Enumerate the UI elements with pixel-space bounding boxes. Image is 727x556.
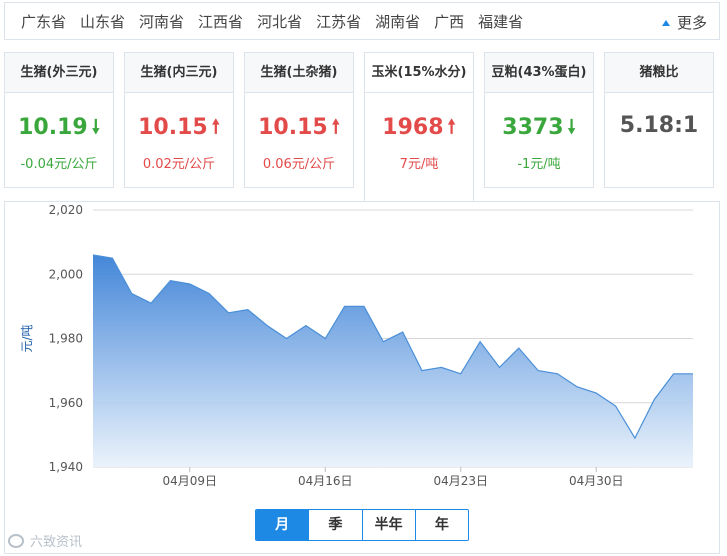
card-soymeal[interactable]: 豆粕(43%蛋白) 3373 🠗 -1元/吨	[484, 52, 594, 188]
card-value: 5.18:1	[619, 113, 699, 138]
card-title: 生猪(外三元)	[5, 53, 113, 93]
province-item-fujian[interactable]: 福建省	[478, 11, 523, 32]
y-tick-label: 1,960	[49, 396, 83, 410]
card-title: 生猪(土杂猪)	[245, 53, 353, 93]
chart-panel: 1,940 1,960 1,980 2,000 2,020 04月09日 04月16日 04月…	[4, 201, 720, 554]
card-change: -0.04元/公斤	[20, 157, 98, 172]
y-axis-title: 元/吨	[20, 324, 34, 352]
province-item-hunan[interactable]: 湖南省	[375, 11, 420, 32]
y-tick-label: 1,940	[49, 460, 83, 474]
price-cards: 生猪(外三元) 10.19 🠗 -0.04元/公斤 生猪(内三元) 10.15 🠕 …	[4, 52, 720, 202]
price-chart: 1,940 1,960 1,980 2,000 2,020 04月09日 04月16日 04月…	[20, 203, 693, 488]
tab-year[interactable]: 年	[414, 510, 468, 540]
card-value-row: 3373 🠗	[485, 113, 593, 145]
tab-half-year[interactable]: 半年	[361, 510, 415, 540]
up-arrow-icon: 🠕	[447, 116, 456, 138]
card-value: 1968	[382, 115, 444, 140]
card-hog-grain-ratio[interactable]: 猪粮比 5.18:1	[604, 52, 714, 188]
card-corn[interactable]: 玉米(15%水分) 1968 🠕 7元/吨	[364, 52, 474, 202]
more-button[interactable]: 更多	[661, 12, 707, 33]
province-item-henan[interactable]: 河南省	[139, 11, 184, 32]
watermark: 六致资讯	[8, 531, 82, 550]
card-change: -1元/吨	[517, 157, 561, 172]
card-value-row: 10.19 🠗	[5, 113, 113, 145]
card-hog-tuzazhu[interactable]: 生猪(土杂猪) 10.15 🠕 0.06元/公斤	[244, 52, 354, 188]
y-tick-label: 2,020	[49, 203, 83, 217]
province-item-jiangxi[interactable]: 江西省	[198, 11, 243, 32]
card-change: 7元/吨	[399, 157, 439, 172]
y-tick-label: 2,000	[49, 267, 83, 281]
province-item-shandong[interactable]: 山东省	[80, 11, 125, 32]
province-item-hebei[interactable]: 河北省	[257, 11, 302, 32]
x-tick-label: 04月23日	[433, 474, 488, 488]
watermark-logo-icon	[8, 533, 24, 548]
up-arrow-icon: 🠕	[331, 116, 340, 138]
down-arrow-icon: 🠗	[91, 116, 100, 138]
more-label: 更多	[676, 14, 707, 32]
province-item-jiangsu[interactable]: 江苏省	[316, 11, 361, 32]
caret-up-icon	[661, 19, 670, 26]
card-value-row: 1968 🠕	[365, 113, 473, 145]
card-title: 生猪(内三元)	[125, 53, 233, 93]
card-value: 3373	[502, 115, 564, 140]
period-tabs: 月 季 半年 年	[255, 509, 469, 541]
province-item-guangdong[interactable]: 广东省	[21, 11, 66, 32]
card-title: 猪粮比	[605, 53, 713, 93]
x-tick-label: 04月09日	[163, 474, 218, 488]
watermark-text: 六致资讯	[30, 535, 83, 550]
x-tick-label: 04月30日	[569, 474, 624, 488]
tab-month[interactable]: 月	[256, 510, 309, 540]
x-tick-label: 04月16日	[298, 474, 353, 488]
card-hog-neisanyuan[interactable]: 生猪(内三元) 10.15 🠕 0.02元/公斤	[124, 52, 234, 188]
card-value: 10.19	[18, 115, 88, 140]
province-list: 广东省 山东省 河南省 江西省 河北省 江苏省 湖南省 广西 福建省	[5, 11, 537, 32]
card-change: 0.02元/公斤	[142, 157, 216, 172]
series-area	[93, 255, 693, 467]
card-change: 0.06元/公斤	[262, 157, 336, 172]
down-arrow-icon: 🠗	[567, 116, 576, 138]
province-bar: 广东省 山东省 河南省 江西省 河北省 江苏省 湖南省 广西 福建省 更多	[4, 2, 720, 40]
card-value-row: 10.15 🠕	[245, 113, 353, 145]
card-value-row: 5.18:1	[605, 113, 713, 138]
tab-quarter[interactable]: 季	[308, 510, 362, 540]
card-title: 玉米(15%水分)	[365, 53, 473, 93]
card-value-row: 10.15 🠕	[125, 113, 233, 145]
card-hog-waisanyuan[interactable]: 生猪(外三元) 10.19 🠗 -0.04元/公斤	[4, 52, 114, 188]
y-tick-label: 1,980	[49, 332, 83, 346]
card-title: 豆粕(43%蛋白)	[485, 53, 593, 93]
card-value: 10.15	[138, 115, 208, 140]
province-item-guangxi[interactable]: 广西	[434, 11, 464, 32]
up-arrow-icon: 🠕	[211, 116, 220, 138]
card-value: 10.15	[258, 115, 328, 140]
